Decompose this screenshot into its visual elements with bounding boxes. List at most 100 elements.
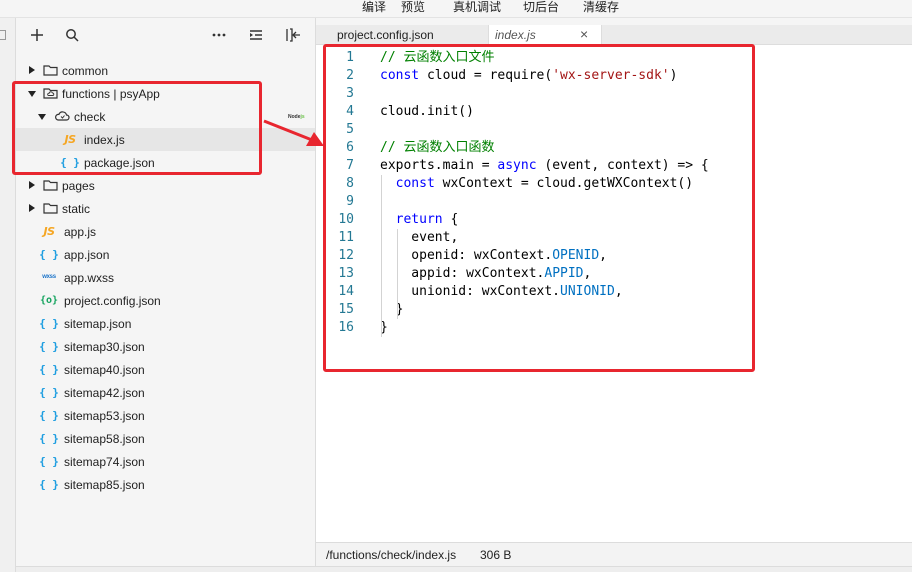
preview-button[interactable]: 预览 bbox=[401, 0, 425, 14]
tree-item-sitemap58-json[interactable]: { } sitemap58.json bbox=[16, 427, 315, 450]
tree-item-pages[interactable]: pages bbox=[16, 174, 315, 197]
clear-cache-button[interactable]: 清缓存 bbox=[583, 0, 619, 14]
code-line[interactable]: 1 // 云函数入口文件 bbox=[316, 49, 912, 67]
code-token: UNIONID bbox=[560, 284, 615, 299]
tab-index-js[interactable]: index.js × bbox=[488, 25, 602, 45]
line-number: 14 bbox=[338, 284, 354, 299]
code-token: // 云函数入口文件 bbox=[380, 50, 495, 65]
editor-tabs: project.config.json index.js × bbox=[316, 25, 912, 45]
line-number: 3 bbox=[346, 86, 354, 101]
json-file-icon: { } bbox=[39, 454, 59, 468]
tree-item-label: index.js bbox=[84, 132, 125, 147]
chevron-down-icon bbox=[28, 91, 36, 97]
json-file-icon: { } bbox=[39, 339, 59, 353]
code-line[interactable]: 8 const wxContext = cloud.getWXContext() bbox=[316, 175, 912, 193]
tree-item-label: app.json bbox=[64, 247, 110, 262]
code-text: // 云函数入口函数 bbox=[380, 139, 494, 157]
tree-item-app-js[interactable]: JS app.js bbox=[16, 220, 315, 243]
tree-item-sitemap53-json[interactable]: { } sitemap53.json bbox=[16, 404, 315, 427]
code-line[interactable]: 16} bbox=[316, 319, 912, 337]
chevron-right-icon bbox=[29, 181, 35, 189]
code-line[interactable]: 13 appid: wxContext.APPID, bbox=[316, 265, 912, 283]
code-token: exports.main = bbox=[380, 158, 498, 173]
code-line[interactable]: 10 return { bbox=[316, 211, 912, 229]
close-icon[interactable]: × bbox=[580, 26, 588, 42]
tree-item-sitemap42-json[interactable]: { } sitemap42.json bbox=[16, 381, 315, 404]
line-number: 11 bbox=[338, 230, 354, 245]
remote-debug-button[interactable]: 真机调试 bbox=[453, 0, 501, 14]
search-icon[interactable] bbox=[63, 26, 81, 44]
code-token: const bbox=[380, 68, 420, 83]
tree-item-functions[interactable]: functions | psyApp bbox=[16, 82, 315, 105]
tree-item-project-config-json[interactable]: {o} project.config.json bbox=[16, 289, 315, 312]
code-line[interactable]: 4 cloud.init() bbox=[316, 103, 912, 121]
tree-item-sitemap40-json[interactable]: { } sitemap40.json bbox=[16, 358, 315, 381]
tree-item-app-wxss[interactable]: wxss app.wxss bbox=[16, 266, 315, 289]
code-line[interactable]: 5 bbox=[316, 121, 912, 139]
tree-item-sitemap-json[interactable]: { } sitemap.json bbox=[16, 312, 315, 335]
code-token: (event, context) => { bbox=[536, 158, 709, 173]
code-line[interactable]: 2 const cloud = require('wx-server-sdk') bbox=[316, 67, 912, 85]
line-number: 15 bbox=[338, 302, 354, 317]
code-token: appid: wxContext. bbox=[380, 266, 545, 281]
code-token: wxContext = cloud.getWXContext() bbox=[434, 176, 694, 191]
more-icon[interactable] bbox=[210, 26, 228, 44]
json-file-icon: { } bbox=[60, 155, 80, 169]
code-token: , bbox=[599, 248, 607, 263]
code-editor[interactable]: 1 // 云函数入口文件 2 const cloud = require('wx-se… bbox=[316, 45, 912, 542]
add-icon[interactable] bbox=[28, 26, 46, 44]
tree-item-label: check bbox=[74, 109, 106, 124]
tree-item-label: app.wxss bbox=[64, 270, 115, 285]
json-file-icon: { } bbox=[39, 408, 59, 422]
tree-item-label: common bbox=[62, 63, 109, 78]
tree-item-sitemap30-json[interactable]: { } sitemap30.json bbox=[16, 335, 315, 358]
folder-icon bbox=[42, 201, 58, 215]
tree-item-common[interactable]: common bbox=[16, 59, 315, 82]
code-line[interactable]: 14 unionid: wxContext.UNIONID, bbox=[316, 283, 912, 301]
collapse-handle[interactable] bbox=[0, 30, 6, 40]
code-line[interactable]: 3 bbox=[316, 85, 912, 103]
tree-item-app-json[interactable]: { } app.json bbox=[16, 243, 315, 266]
folder-icon bbox=[42, 178, 58, 192]
tree-item-label: sitemap85.json bbox=[64, 477, 145, 492]
file-path: /functions/check/index.js bbox=[326, 548, 457, 562]
code-token: const bbox=[395, 176, 435, 191]
line-number: 9 bbox=[346, 194, 354, 209]
json-file-icon: { } bbox=[39, 362, 59, 376]
background-button[interactable]: 切后台 bbox=[523, 0, 559, 14]
line-number: 16 bbox=[338, 320, 354, 335]
code-line[interactable]: 7 exports.main = async (event, context) =… bbox=[316, 157, 912, 175]
tab-project-config-json[interactable]: project.config.json bbox=[316, 25, 488, 45]
toggle-panel-icon[interactable] bbox=[284, 26, 302, 44]
code-token: unionid: wxContext. bbox=[380, 284, 561, 299]
tree-item-package-json[interactable]: { } package.json bbox=[16, 151, 315, 174]
code-token: openid: wxContext. bbox=[380, 248, 553, 263]
code-line[interactable]: 9 bbox=[316, 193, 912, 211]
file-size: 306 B bbox=[480, 548, 512, 562]
code-text: const cloud = require('wx-server-sdk') bbox=[380, 67, 677, 85]
compile-button[interactable]: 编译 bbox=[362, 0, 386, 14]
code-text: } bbox=[380, 301, 404, 319]
line-number: 10 bbox=[338, 212, 354, 227]
code-line[interactable]: 15 } bbox=[316, 301, 912, 319]
indent-guide bbox=[397, 229, 398, 319]
tab-label: index.js bbox=[495, 28, 536, 42]
code-line[interactable]: 12 openid: wxContext.OPENID, bbox=[316, 247, 912, 265]
wxss-file-icon: wxss bbox=[42, 274, 56, 280]
code-token: 'wx-server-sdk' bbox=[552, 68, 670, 83]
json-file-icon: { } bbox=[39, 477, 59, 491]
line-number: 13 bbox=[338, 266, 354, 281]
collapse-all-icon[interactable] bbox=[247, 26, 265, 44]
tree-item-sitemap74-json[interactable]: { } sitemap74.json bbox=[16, 450, 315, 473]
json-file-icon: { } bbox=[39, 385, 59, 399]
annotation-arrow bbox=[263, 119, 324, 146]
json-file-icon: { } bbox=[39, 431, 59, 445]
line-number: 12 bbox=[338, 248, 354, 263]
tree-item-static[interactable]: static bbox=[16, 197, 315, 220]
tree-item-sitemap85-json[interactable]: { } sitemap85.json bbox=[16, 473, 315, 496]
code-line[interactable]: 11 event, bbox=[316, 229, 912, 247]
code-line[interactable]: 6// 云函数入口函数 bbox=[316, 139, 912, 157]
config-file-icon: {o} bbox=[39, 294, 59, 306]
